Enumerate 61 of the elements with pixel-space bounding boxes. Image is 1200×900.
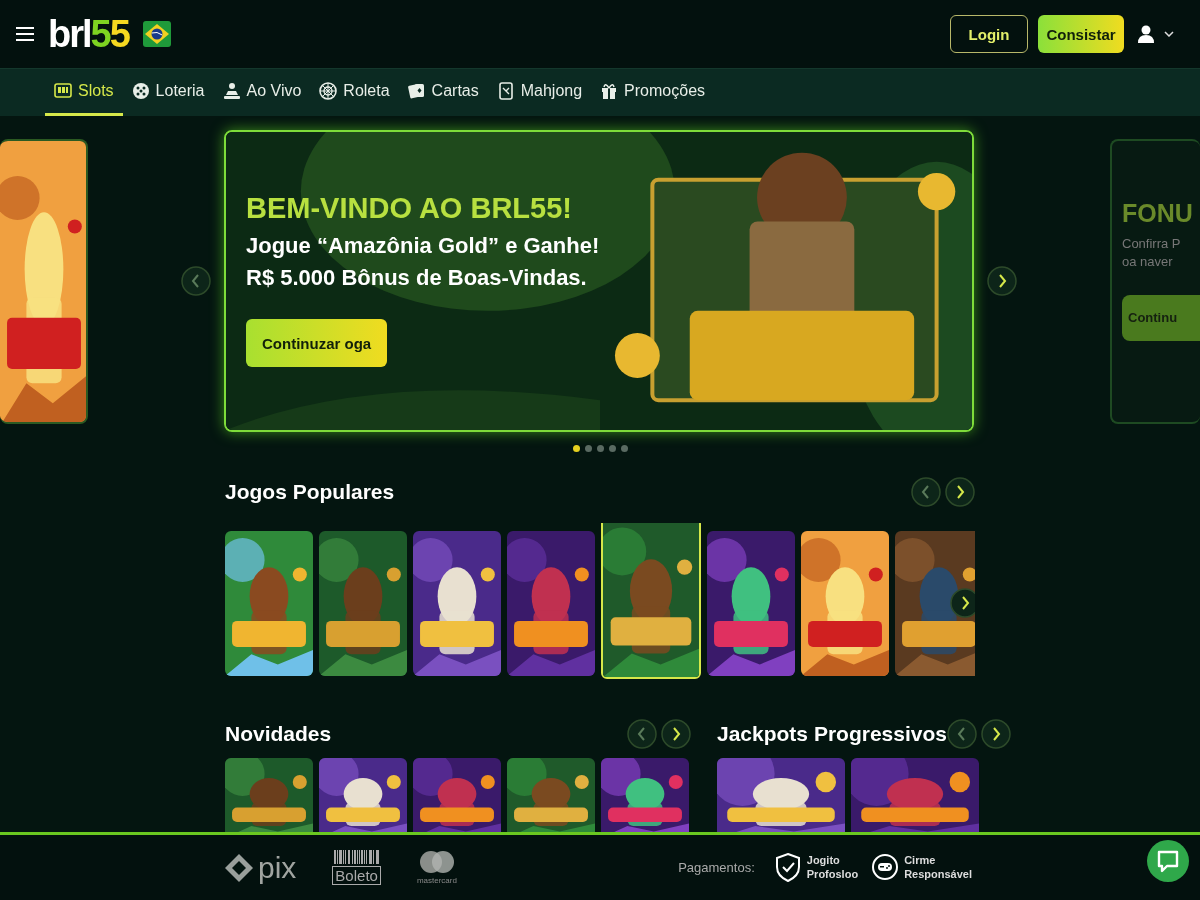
barcode-icon [333,850,380,864]
shield-icon [774,853,801,882]
previous-button[interactable] [627,719,657,749]
carousel-dot[interactable] [572,445,580,452]
continue-button[interactable]: Continuzar oga [246,319,388,367]
banner-card[interactable]: BEM-VINDO AO BRL55! Jogue “Amazônia Gold” e Ganhe! R$ 5.000 Bônus de Boas-Vindas. Continuzar oga [224,130,974,432]
next-button[interactable] [945,477,975,507]
mahjong-tile-icon [496,82,515,100]
nav-tab[interactable]: Roleta [310,69,399,116]
login-button[interactable]: Login [950,15,1028,53]
carousel-dot[interactable] [608,445,616,452]
next-button[interactable] [980,719,1011,749]
nav-tab[interactable]: Mahjong [487,69,592,116]
section-title: Jackpots Progressivos [717,722,947,746]
side-banner[interactable]: FONU Confirra P oa naver Continu [1110,138,1200,424]
badge-label: Jogito [806,853,841,868]
carousel-dot[interactable] [596,445,604,452]
section-title: Jogos Populares [225,480,395,504]
previous-button[interactable] [181,266,211,296]
logo[interactable]: brl55 [48,15,129,53]
circles-icon [418,850,455,874]
previous-button[interactable] [911,477,941,507]
flag-icon [142,21,171,47]
menu-icon[interactable] [16,26,34,42]
dealer-icon [222,82,241,100]
next-button[interactable] [950,588,975,618]
banner-title: BEM-VINDO AO BRL55! [246,192,572,225]
banner-subtitle: Jogue “Amazônia Gold” e Ganhe! [246,233,600,259]
banner-subtitle: R$ 5.000 Bônus de Boas-Vindas. [246,265,587,291]
payment-logo: Boleto [332,866,381,885]
banner-subtitle: Confirra P [1122,235,1182,251]
nav-tab[interactable]: Cartas [398,69,488,116]
payment-logo: pix [258,850,297,885]
gift-icon [600,82,619,100]
banner-subtitle: oa naver [1122,253,1174,269]
next-button[interactable] [661,719,691,749]
register-button[interactable]: Consistar [1038,15,1124,53]
caret-icon[interactable] [1164,31,1174,37]
previous-button[interactable] [946,719,977,749]
nav-tab[interactable]: Slots [45,69,123,116]
cards-icon [407,82,426,100]
lottery-ball-icon [131,82,150,100]
badge-label: Profosloo [806,867,859,882]
diamond-icon [224,852,254,883]
payments-label: Pagamentos: [678,860,755,875]
next-button[interactable] [987,266,1017,296]
nav-tab[interactable]: Ao Vivo [213,69,311,116]
carousel-dot[interactable] [584,445,592,452]
carousel-dot[interactable] [620,445,628,452]
badge-label: Cirme [904,853,937,868]
nav-tab[interactable]: Loteria [122,69,214,116]
gamepad-icon [872,853,899,882]
chat-button[interactable] [1147,840,1189,882]
banner-title: FONU [1122,198,1194,228]
roulette-icon [319,82,338,100]
user-icon[interactable] [1138,25,1154,43]
badge-label: Responsável [904,867,972,882]
section-title: Novidades [225,722,332,746]
payment-logo: mastercard [416,876,457,885]
nav-tab[interactable]: Promoções [591,69,715,116]
slot-machine-icon [54,82,72,100]
